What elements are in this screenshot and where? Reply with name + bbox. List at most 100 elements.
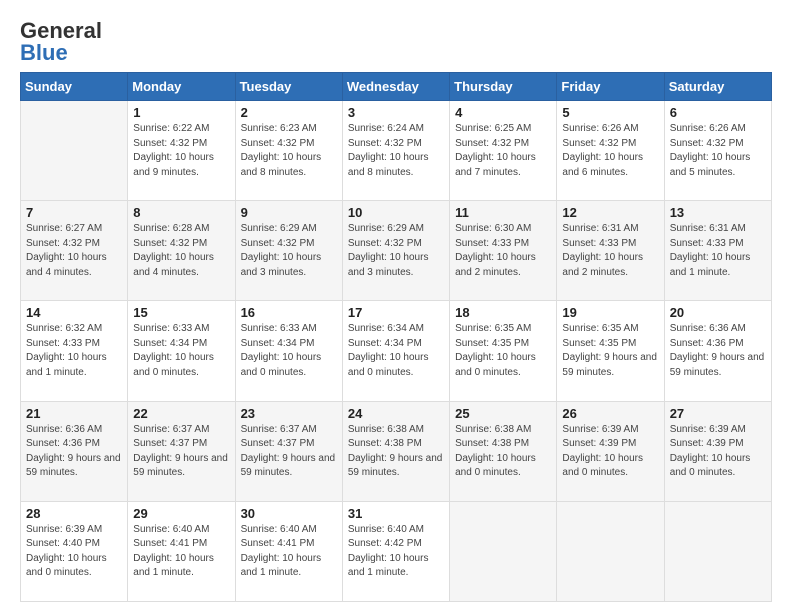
day-info: Sunrise: 6:22 AMSunset: 4:32 PMDaylight:…: [133, 122, 229, 180]
day-cell: 6 Sunrise: 6:26 AMSunset: 4:32 PMDaylight…: [664, 101, 771, 201]
day-info: Sunrise: 6:29 AMSunset: 4:32 PMDaylight:…: [348, 222, 444, 280]
day-info: Sunrise: 6:31 AMSunset: 4:33 PMDaylight:…: [562, 222, 658, 280]
day-cell: 20 Sunrise: 6:36 AMSunset: 4:36 PMDayligh…: [664, 301, 771, 401]
day-cell: 28Sunrise: 6:39 AMSunset: 4:40 PMDayligh…: [21, 501, 128, 601]
day-info: Sunrise: 6:36 AMSunset: 4:36 PMDaylight:…: [670, 322, 766, 380]
day-number: 24: [348, 406, 444, 421]
day-cell: 18Sunrise: 6:35 AMSunset: 4:35 PMDayligh…: [450, 301, 557, 401]
day-cell: 11 Sunrise: 6:30 AMSunset: 4:33 PMDayligh…: [450, 201, 557, 301]
weekday-header-tuesday: Tuesday: [235, 73, 342, 101]
day-number: 13: [670, 205, 766, 220]
weekday-header-sunday: Sunday: [21, 73, 128, 101]
day-number: 12: [562, 205, 658, 220]
day-cell: 8 Sunrise: 6:28 AMSunset: 4:32 PMDaylight…: [128, 201, 235, 301]
day-number: 15: [133, 305, 229, 320]
day-info: Sunrise: 6:24 AMSunset: 4:32 PMDaylight:…: [348, 122, 444, 180]
day-number: 11: [455, 205, 551, 220]
day-number: 8: [133, 205, 229, 220]
day-cell: 15Sunrise: 6:33 AMSunset: 4:34 PMDayligh…: [128, 301, 235, 401]
day-number: 10: [348, 205, 444, 220]
day-cell: 3 Sunrise: 6:24 AMSunset: 4:32 PMDaylight…: [342, 101, 449, 201]
day-cell: 14 Sunrise: 6:32 AMSunset: 4:33 PMDayligh…: [21, 301, 128, 401]
day-info: Sunrise: 6:32 AMSunset: 4:33 PMDaylight:…: [26, 322, 122, 380]
day-cell: 21 Sunrise: 6:36 AMSunset: 4:36 PMDayligh…: [21, 401, 128, 501]
day-number: 18: [455, 305, 551, 320]
day-info: Sunrise: 6:36 AMSunset: 4:36 PMDaylight:…: [26, 423, 122, 481]
day-cell: 22Sunrise: 6:37 AMSunset: 4:37 PMDayligh…: [128, 401, 235, 501]
day-cell: 2Sunrise: 6:23 AMSunset: 4:32 PMDaylight…: [235, 101, 342, 201]
day-cell: 13 Sunrise: 6:31 AMSunset: 4:33 PMDayligh…: [664, 201, 771, 301]
day-cell: 7 Sunrise: 6:27 AMSunset: 4:32 PMDaylight…: [21, 201, 128, 301]
day-number: 6: [670, 105, 766, 120]
day-info: Sunrise: 6:37 AMSunset: 4:37 PMDaylight:…: [241, 423, 337, 481]
day-info: Sunrise: 6:28 AMSunset: 4:32 PMDaylight:…: [133, 222, 229, 280]
weekday-header-row: SundayMondayTuesdayWednesdayThursdayFrid…: [21, 73, 772, 101]
day-cell: 24 Sunrise: 6:38 AMSunset: 4:38 PMDayligh…: [342, 401, 449, 501]
day-number: 29: [133, 506, 229, 521]
page: General Blue SundayMondayTuesdayWednesda…: [0, 0, 792, 612]
day-cell: 31 Sunrise: 6:40 AMSunset: 4:42 PMDayligh…: [342, 501, 449, 601]
day-info: Sunrise: 6:40 AMSunset: 4:42 PMDaylight:…: [348, 523, 444, 581]
day-number: 14: [26, 305, 122, 320]
day-cell: 26Sunrise: 6:39 AMSunset: 4:39 PMDayligh…: [557, 401, 664, 501]
day-cell: 19 Sunrise: 6:35 AMSunset: 4:35 PMDayligh…: [557, 301, 664, 401]
day-info: Sunrise: 6:26 AMSunset: 4:32 PMDaylight:…: [562, 122, 658, 180]
day-cell: 4 Sunrise: 6:25 AMSunset: 4:32 PMDaylight…: [450, 101, 557, 201]
day-info: Sunrise: 6:40 AMSunset: 4:41 PMDaylight:…: [133, 523, 229, 581]
day-cell: [557, 501, 664, 601]
calendar-table: SundayMondayTuesdayWednesdayThursdayFrid…: [20, 72, 772, 602]
day-cell: 16Sunrise: 6:33 AMSunset: 4:34 PMDayligh…: [235, 301, 342, 401]
day-number: 9: [241, 205, 337, 220]
logo-blue-word: Blue: [20, 42, 68, 64]
day-info: Sunrise: 6:26 AMSunset: 4:32 PMDaylight:…: [670, 122, 766, 180]
day-number: 7: [26, 205, 122, 220]
day-cell: [21, 101, 128, 201]
day-info: Sunrise: 6:37 AMSunset: 4:37 PMDaylight:…: [133, 423, 229, 481]
day-info: Sunrise: 6:23 AMSunset: 4:32 PMDaylight:…: [241, 122, 337, 180]
day-info: Sunrise: 6:38 AMSunset: 4:38 PMDaylight:…: [348, 423, 444, 481]
day-number: 25: [455, 406, 551, 421]
day-cell: 10 Sunrise: 6:29 AMSunset: 4:32 PMDayligh…: [342, 201, 449, 301]
day-info: Sunrise: 6:38 AMSunset: 4:38 PMDaylight:…: [455, 423, 551, 481]
day-cell: 1Sunrise: 6:22 AMSunset: 4:32 PMDaylight…: [128, 101, 235, 201]
week-row-4: 21 Sunrise: 6:36 AMSunset: 4:36 PMDayligh…: [21, 401, 772, 501]
weekday-header-wednesday: Wednesday: [342, 73, 449, 101]
day-number: 19: [562, 305, 658, 320]
day-info: Sunrise: 6:39 AMSunset: 4:39 PMDaylight:…: [562, 423, 658, 481]
day-cell: [664, 501, 771, 601]
weekday-header-friday: Friday: [557, 73, 664, 101]
day-number: 20: [670, 305, 766, 320]
weekday-header-monday: Monday: [128, 73, 235, 101]
day-info: Sunrise: 6:27 AMSunset: 4:32 PMDaylight:…: [26, 222, 122, 280]
day-cell: 17Sunrise: 6:34 AMSunset: 4:34 PMDayligh…: [342, 301, 449, 401]
week-row-2: 7 Sunrise: 6:27 AMSunset: 4:32 PMDaylight…: [21, 201, 772, 301]
day-info: Sunrise: 6:35 AMSunset: 4:35 PMDaylight:…: [562, 322, 658, 380]
day-cell: 27 Sunrise: 6:39 AMSunset: 4:39 PMDayligh…: [664, 401, 771, 501]
day-number: 21: [26, 406, 122, 421]
weekday-header-thursday: Thursday: [450, 73, 557, 101]
day-number: 3: [348, 105, 444, 120]
day-number: 27: [670, 406, 766, 421]
day-cell: 23 Sunrise: 6:37 AMSunset: 4:37 PMDayligh…: [235, 401, 342, 501]
day-info: Sunrise: 6:34 AMSunset: 4:34 PMDaylight:…: [348, 322, 444, 380]
weekday-header-saturday: Saturday: [664, 73, 771, 101]
day-info: Sunrise: 6:39 AMSunset: 4:40 PMDaylight:…: [26, 523, 122, 581]
day-cell: 29 Sunrise: 6:40 AMSunset: 4:41 PMDayligh…: [128, 501, 235, 601]
day-number: 30: [241, 506, 337, 521]
day-info: Sunrise: 6:39 AMSunset: 4:39 PMDaylight:…: [670, 423, 766, 481]
day-number: 4: [455, 105, 551, 120]
day-info: Sunrise: 6:31 AMSunset: 4:33 PMDaylight:…: [670, 222, 766, 280]
day-info: Sunrise: 6:29 AMSunset: 4:32 PMDaylight:…: [241, 222, 337, 280]
day-info: Sunrise: 6:33 AMSunset: 4:34 PMDaylight:…: [241, 322, 337, 380]
day-cell: 9 Sunrise: 6:29 AMSunset: 4:32 PMDaylight…: [235, 201, 342, 301]
week-row-5: 28Sunrise: 6:39 AMSunset: 4:40 PMDayligh…: [21, 501, 772, 601]
day-number: 31: [348, 506, 444, 521]
day-cell: 12 Sunrise: 6:31 AMSunset: 4:33 PMDayligh…: [557, 201, 664, 301]
day-info: Sunrise: 6:25 AMSunset: 4:32 PMDaylight:…: [455, 122, 551, 180]
day-cell: 25 Sunrise: 6:38 AMSunset: 4:38 PMDayligh…: [450, 401, 557, 501]
day-number: 23: [241, 406, 337, 421]
logo: General Blue: [20, 18, 102, 64]
day-info: Sunrise: 6:30 AMSunset: 4:33 PMDaylight:…: [455, 222, 551, 280]
day-number: 5: [562, 105, 658, 120]
day-info: Sunrise: 6:40 AMSunset: 4:41 PMDaylight:…: [241, 523, 337, 581]
